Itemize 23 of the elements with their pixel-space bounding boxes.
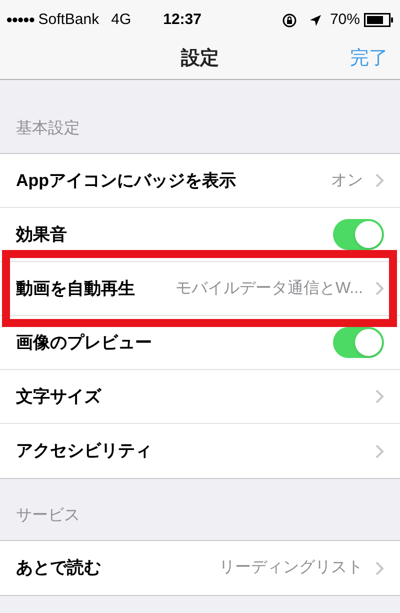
settings-row[interactable]: Appアイコンにバッジを表示 オン <box>0 154 400 208</box>
row-label: あとで読む <box>16 557 101 580</box>
section-header: サービス <box>16 506 80 526</box>
row-value: リーディングリスト <box>219 558 363 578</box>
section-header: 基本設定 <box>16 118 80 139</box>
settings-row[interactable]: あとで読む リーディングリスト <box>0 541 400 595</box>
row-label: 効果音 <box>16 224 67 246</box>
carrier: SoftBank <box>38 10 100 30</box>
row-label: Appアイコンにバッジを表示 <box>16 170 236 192</box>
battery-percent: 70% <box>330 10 360 30</box>
row-label: 動画を自動再生 <box>16 278 135 300</box>
settings-row[interactable]: アクセシビリティ <box>0 424 400 478</box>
row-label: 画像のプレビュー <box>16 332 152 354</box>
settings-row[interactable]: 動画を自動再生 モバイルデータ通信とW... <box>0 262 400 316</box>
row-value: モバイルデータ通信とW... <box>175 278 363 298</box>
signal-dots: ●●●●● <box>6 12 34 28</box>
settings-row[interactable]: 文字サイズ <box>0 370 400 424</box>
row-label: 文字サイズ <box>16 386 101 408</box>
nav-title: 設定 <box>181 46 219 72</box>
row-value: オン <box>331 170 363 190</box>
row-label: アクセシビリティ <box>16 440 152 462</box>
clock: 12:37 <box>163 10 202 30</box>
network: 4G <box>111 10 132 30</box>
